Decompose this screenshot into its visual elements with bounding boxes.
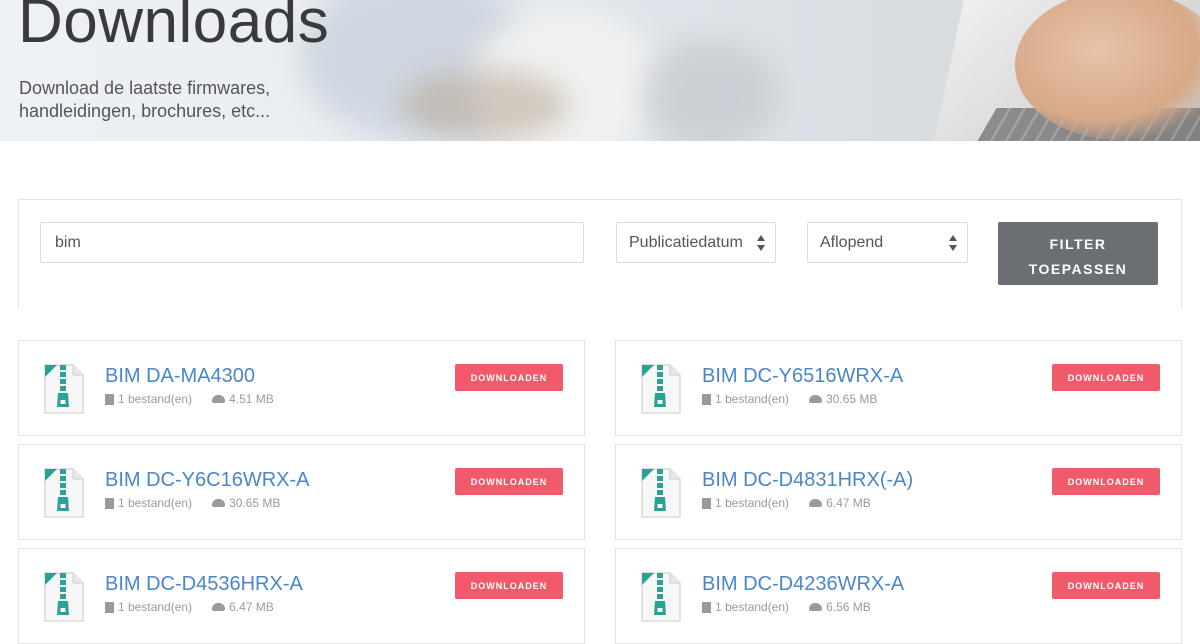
- download-meta: 1 bestand(en) 30.65 MB: [699, 392, 878, 409]
- download-meta: 1 bestand(en) 30.65 MB: [102, 496, 281, 513]
- download-card: BIM DC-D4831HRX(-A) 1 bestand(en) 6.47 M…: [615, 444, 1182, 540]
- zip-file-icon: [641, 468, 681, 518]
- document-icon: [699, 393, 711, 409]
- file-size: 30.65 MB: [229, 496, 281, 510]
- page-subtitle: Download de laatste firmwares, handleidi…: [19, 78, 271, 121]
- sort-field-select[interactable]: Publicatiedatum: [616, 222, 776, 263]
- zip-file-icon: [44, 572, 84, 622]
- search-input[interactable]: [40, 222, 584, 263]
- download-meta: 1 bestand(en) 6.56 MB: [699, 600, 871, 617]
- cloud-icon: [809, 395, 823, 403]
- file-size: 30.65 MB: [826, 392, 878, 406]
- cloud-icon: [212, 499, 226, 507]
- apply-filter-label-line2: TOEPASSEN: [1028, 260, 1128, 277]
- download-button[interactable]: DOWNLOADEN: [1052, 468, 1160, 495]
- file-size: 6.47 MB: [229, 600, 274, 614]
- files-count: 1 bestand(en): [118, 496, 193, 510]
- download-title-link[interactable]: BIM DC-Y6C16WRX-A: [105, 469, 309, 492]
- hero-background-shape: [640, 40, 780, 141]
- files-count: 1 bestand(en): [118, 392, 193, 406]
- download-card: BIM DA-MA4300 1 bestand(en) 4.51 MB DOWN…: [18, 340, 585, 436]
- download-button[interactable]: DOWNLOADEN: [455, 572, 563, 599]
- document-icon: [102, 393, 114, 409]
- download-card: BIM DC-Y6516WRX-A 1 bestand(en) 30.65 MB…: [615, 340, 1182, 436]
- document-icon: [699, 601, 711, 617]
- sort-arrows-icon: [949, 235, 957, 251]
- download-results-grid: BIM DA-MA4300 1 bestand(en) 4.51 MB DOWN…: [18, 340, 1182, 644]
- files-count: 1 bestand(en): [715, 496, 790, 510]
- apply-filter-label-line1: FILTER: [1049, 235, 1107, 252]
- download-button[interactable]: DOWNLOADEN: [1052, 572, 1160, 599]
- hero-background-shape: [400, 70, 570, 140]
- file-size: 4.51 MB: [229, 392, 274, 406]
- sort-order-select[interactable]: Aflopend: [807, 222, 968, 263]
- download-meta: 1 bestand(en) 4.51 MB: [102, 392, 274, 409]
- hero-banner: Downloads Download de laatste firmwares,…: [0, 0, 1200, 141]
- download-meta: 1 bestand(en) 6.47 MB: [699, 496, 871, 513]
- download-button[interactable]: DOWNLOADEN: [455, 468, 563, 495]
- sort-order-value: Aflopend: [820, 233, 884, 251]
- files-count: 1 bestand(en): [715, 392, 790, 406]
- download-card: BIM DC-Y6C16WRX-A 1 bestand(en) 30.65 MB…: [18, 444, 585, 540]
- apply-filter-button[interactable]: FILTER TOEPASSEN: [998, 222, 1158, 285]
- download-button[interactable]: DOWNLOADEN: [455, 364, 563, 391]
- files-count: 1 bestand(en): [118, 600, 193, 614]
- cloud-icon: [212, 603, 226, 611]
- cloud-icon: [809, 499, 823, 507]
- zip-file-icon: [44, 468, 84, 518]
- file-size: 6.47 MB: [826, 496, 871, 510]
- cloud-icon: [809, 603, 823, 611]
- page-title: Downloads: [18, 0, 330, 56]
- zip-file-icon: [641, 572, 681, 622]
- download-title-link[interactable]: BIM DC-D4831HRX(-A): [702, 469, 913, 492]
- download-title-link[interactable]: BIM DA-MA4300: [105, 365, 255, 388]
- document-icon: [102, 601, 114, 617]
- zip-file-icon: [641, 364, 681, 414]
- zip-file-icon: [44, 364, 84, 414]
- download-meta: 1 bestand(en) 6.47 MB: [102, 600, 274, 617]
- download-button[interactable]: DOWNLOADEN: [1052, 364, 1160, 391]
- document-icon: [102, 497, 114, 513]
- files-count: 1 bestand(en): [715, 600, 790, 614]
- download-title-link[interactable]: BIM DC-Y6516WRX-A: [702, 365, 903, 388]
- document-icon: [699, 497, 711, 513]
- file-size: 6.56 MB: [826, 600, 871, 614]
- sort-arrows-icon: [757, 235, 765, 251]
- download-title-link[interactable]: BIM DC-D4236WRX-A: [702, 573, 904, 596]
- download-title-link[interactable]: BIM DC-D4536HRX-A: [105, 573, 303, 596]
- cloud-icon: [212, 395, 226, 403]
- sort-field-value: Publicatiedatum: [629, 233, 743, 251]
